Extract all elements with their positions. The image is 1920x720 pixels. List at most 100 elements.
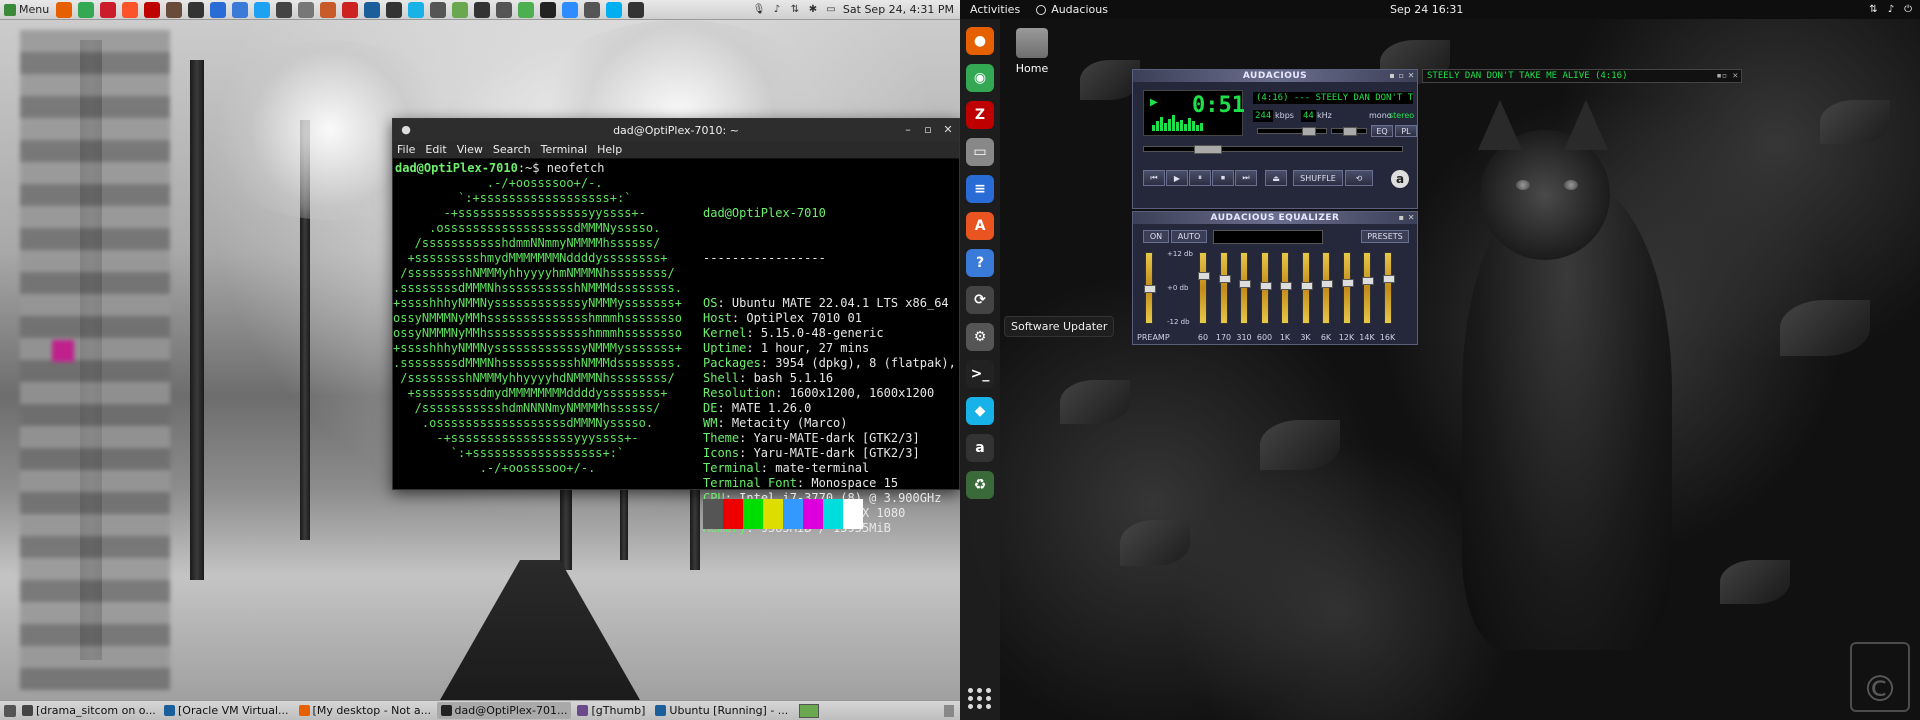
- microphone-icon[interactable]: 🎙: [753, 4, 766, 16]
- taskbar-button[interactable]: [gThumb]: [573, 702, 649, 719]
- repeat-button[interactable]: ⟲: [1345, 170, 1373, 186]
- terminal-icon[interactable]: >_: [966, 360, 994, 388]
- eq-knob[interactable]: [1321, 279, 1333, 288]
- terminal-output[interactable]: dad@OptiPlex-7010:~$ neofetch .-/+oossss…: [393, 159, 959, 535]
- network-icon[interactable]: ⇅: [789, 4, 801, 16]
- menu-terminal[interactable]: Terminal: [541, 143, 588, 156]
- kodi-icon[interactable]: ◆: [966, 397, 994, 425]
- display-icon[interactable]: ▭: [825, 4, 837, 16]
- eq-knob[interactable]: [1218, 275, 1231, 284]
- eq-on-button[interactable]: ON: [1143, 230, 1169, 243]
- calendar-icon[interactable]: [320, 1, 337, 18]
- panel-clock[interactable]: Sat Sep 24, 4:31 PM: [843, 3, 954, 16]
- play-button[interactable]: ▶: [1166, 170, 1188, 186]
- eq-knob[interactable]: [1239, 279, 1251, 288]
- trash-icon[interactable]: ♻: [966, 471, 994, 499]
- eq-slider-600[interactable]: [1259, 252, 1272, 324]
- updater-icon[interactable]: ⟳: [966, 286, 994, 314]
- stop-button[interactable]: ⏹: [1212, 170, 1234, 186]
- menu-file[interactable]: File: [397, 143, 415, 156]
- previous-button[interactable]: ⏮: [1143, 170, 1165, 186]
- taskbar-button[interactable]: Ubuntu [Running] - ...: [651, 702, 791, 719]
- eq-toggle-button[interactable]: EQ: [1371, 125, 1393, 137]
- volume-slider[interactable]: [1257, 127, 1327, 136]
- eq-slider-170[interactable]: [1218, 252, 1231, 324]
- firefox-icon[interactable]: ●: [966, 27, 994, 55]
- audacious-player[interactable]: AUDACIOUS ▪ ▫ ✕ ▶ 0:51 (4:16) --- STEELY…: [1132, 69, 1418, 209]
- chrome-icon[interactable]: [78, 1, 95, 18]
- terminal-window[interactable]: ● dad@OptiPlex-7010: ~ – ▫ ✕ File Edit Vie…: [392, 118, 960, 535]
- balance-slider[interactable]: [1331, 127, 1367, 136]
- balance-thumb[interactable]: [1343, 127, 1357, 136]
- settings-icon[interactable]: ⚙: [966, 323, 994, 351]
- mail-icon[interactable]: [232, 1, 249, 18]
- song-title-scroller[interactable]: (4:16) --- STEELY DAN DON'T T: [1253, 92, 1413, 104]
- eq-knob[interactable]: [1259, 281, 1272, 290]
- taskbar-button[interactable]: dad@OptiPlex-701...: [436, 702, 572, 719]
- shuffle-button[interactable]: SHUFFLE: [1293, 170, 1343, 186]
- help-icon[interactable]: ?: [966, 249, 994, 277]
- virtualbox-icon[interactable]: [364, 1, 381, 18]
- spectrum-analyzer[interactable]: [1152, 115, 1203, 131]
- eq-slider-14k[interactable]: [1362, 252, 1374, 324]
- filezilla-icon[interactable]: [144, 1, 161, 18]
- brave-icon[interactable]: [122, 1, 139, 18]
- trash-icon[interactable]: [944, 704, 954, 717]
- system-monitor-icon[interactable]: [188, 1, 205, 18]
- terminal-icon[interactable]: [540, 1, 557, 18]
- activities-button[interactable]: Activities: [970, 3, 1020, 16]
- workspace-switcher[interactable]: [799, 703, 820, 718]
- menu-button[interactable]: Menu: [0, 0, 53, 20]
- menu-view[interactable]: View: [457, 143, 483, 156]
- menu-help[interactable]: Help: [597, 143, 622, 156]
- photos-icon[interactable]: [452, 1, 469, 18]
- pause-button[interactable]: ⏸: [1189, 170, 1211, 186]
- taskbar-button[interactable]: [Oracle VM Virtual...: [160, 702, 293, 719]
- zoom-icon[interactable]: [562, 1, 579, 18]
- eq-slider-3k[interactable]: [1300, 252, 1313, 324]
- show-desktop-icon[interactable]: [4, 704, 16, 717]
- window-controls-icon[interactable]: ▪ ▫ ✕: [1389, 71, 1415, 80]
- skype-icon[interactable]: [606, 1, 623, 18]
- home-desktop-icon[interactable]: Home: [1004, 28, 1060, 75]
- terminal-titlebar[interactable]: ● dad@OptiPlex-7010: ~ – ▫ ✕: [393, 119, 959, 141]
- appstore-icon[interactable]: [474, 1, 491, 18]
- gnome-clock[interactable]: Sep 24 16:31: [1390, 3, 1463, 16]
- eq-slider-310[interactable]: [1239, 252, 1251, 324]
- bluetooth-icon[interactable]: ✱: [807, 4, 819, 16]
- maximize-icon[interactable]: ▫: [921, 123, 935, 137]
- seek-thumb[interactable]: [1194, 145, 1222, 154]
- next-button[interactable]: ⏭: [1235, 170, 1257, 186]
- eq-slider-preamp[interactable]: [1144, 252, 1156, 324]
- eq-window-controls-icon[interactable]: ▪ ✕: [1399, 213, 1415, 222]
- eq-slider-16k[interactable]: [1382, 252, 1395, 324]
- chrome-icon[interactable]: ◉: [966, 64, 994, 92]
- coffee-icon[interactable]: [166, 1, 183, 18]
- eq-knob[interactable]: [1280, 281, 1292, 290]
- volume-thumb[interactable]: [1302, 127, 1316, 136]
- keyboard-icon[interactable]: [386, 1, 403, 18]
- show-apps-button[interactable]: [966, 684, 994, 712]
- world-icon[interactable]: [628, 1, 645, 18]
- kodi-icon[interactable]: [408, 1, 425, 18]
- twitter-icon[interactable]: [254, 1, 271, 18]
- writer-icon[interactable]: ≡: [966, 175, 994, 203]
- playlist-controls-icon[interactable]: ▪▫ ✕: [1716, 70, 1738, 82]
- files-icon[interactable]: ▭: [966, 138, 994, 166]
- filezilla-icon[interactable]: Z: [966, 101, 994, 129]
- eq-presets-button[interactable]: PRESETS: [1361, 230, 1409, 243]
- seek-bar[interactable]: [1143, 145, 1403, 154]
- appcenter-icon[interactable]: A: [966, 212, 994, 240]
- minimize-icon[interactable]: –: [901, 123, 915, 137]
- eq-knob[interactable]: [1382, 275, 1395, 284]
- audacious-equalizer[interactable]: AUDACIOUS EQUALIZER ▪ ✕ ON AUTO PRESETS …: [1132, 211, 1418, 345]
- playlist-toggle-button[interactable]: PL: [1395, 125, 1417, 137]
- meet-icon[interactable]: [584, 1, 601, 18]
- calculator-icon[interactable]: [298, 1, 315, 18]
- volume-icon[interactable]: ♪: [771, 4, 783, 16]
- eq-slider-12k[interactable]: [1341, 252, 1354, 324]
- window-menu-icon[interactable]: ●: [399, 123, 413, 137]
- help-icon[interactable]: [342, 1, 359, 18]
- writer-icon[interactable]: [210, 1, 227, 18]
- settings-icon[interactable]: [430, 1, 447, 18]
